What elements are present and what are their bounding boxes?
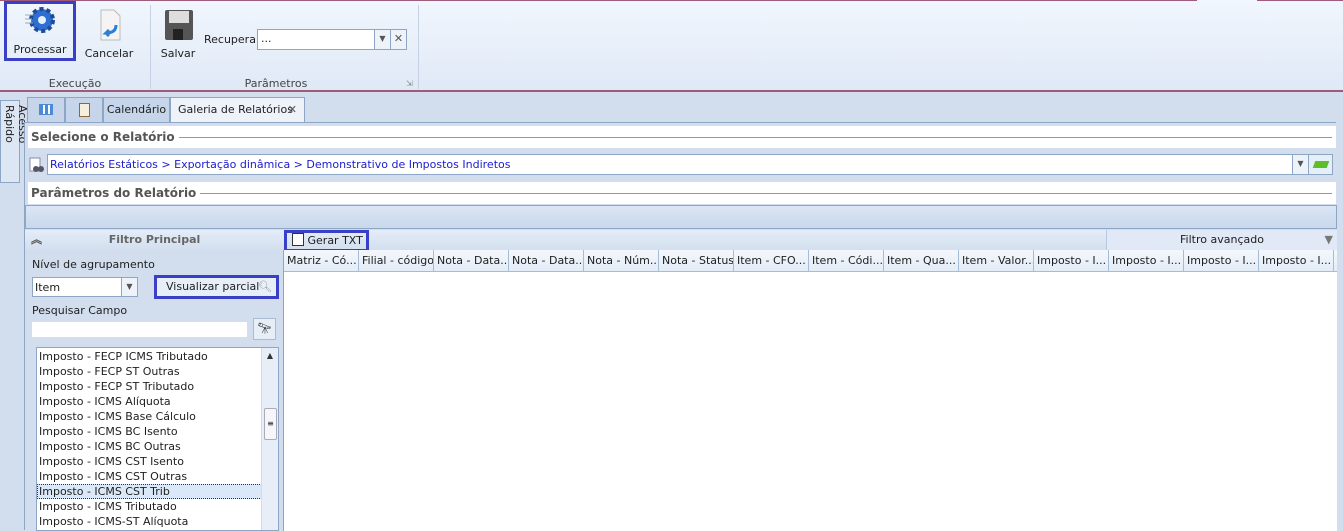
column-header[interactable]: Nota - Data...: [434, 250, 509, 272]
field-list-item[interactable]: Imposto - ICMS BC Outras: [37, 439, 278, 454]
field-list-item[interactable]: Imposto - ICMS Tributado: [37, 499, 278, 514]
filtro-principal-header: ︽ Filtro Principal: [25, 230, 284, 250]
column-header[interactable]: Matriz - Có...: [284, 250, 359, 272]
magnifier-icon: 🔍︎: [258, 280, 272, 293]
field-list-item[interactable]: Imposto - FECP ST Outras: [37, 364, 278, 379]
collapse-up-icon[interactable]: ︽: [31, 230, 42, 250]
parametros-title: Parâmetros do Relatório: [31, 186, 197, 200]
column-header[interactable]: Item - Códi...: [809, 250, 884, 272]
tab-label: Galeria de Relatórios: [178, 103, 293, 116]
tab-calendario[interactable]: Calendário: [103, 97, 170, 122]
report-path-combo[interactable]: Relatórios Estáticos > Exportação dinâmi…: [47, 154, 1333, 175]
dialog-launcher-icon[interactable]: ⇲: [406, 79, 413, 88]
checklist-icon: [78, 103, 90, 117]
nivel-value: Item: [35, 281, 61, 294]
salvar-button[interactable]: Salvar: [156, 5, 200, 65]
binoculars-icon[interactable]: 🔭︎: [253, 318, 276, 340]
column-header[interactable]: Nota - Núm...: [584, 250, 659, 272]
field-list-item[interactable]: Imposto - FECP ST Tributado: [37, 379, 278, 394]
cancelar-button[interactable]: Cancelar: [82, 5, 136, 65]
ribbon: Processar Cancelar Execução Salvar Recup…: [0, 0, 1343, 92]
tab-grid[interactable]: [27, 97, 65, 122]
selecione-title: Selecione o Relatório: [31, 130, 175, 144]
pesquisar-campo-label: Pesquisar Campo: [32, 304, 128, 317]
gear-icon: [23, 5, 57, 37]
parametros-section-header: Parâmetros do Relatório: [28, 182, 1336, 204]
filtro-avancado-label: Filtro avançado: [1180, 233, 1264, 246]
column-header[interactable]: Imposto - I...: [1259, 250, 1334, 272]
recuperar-label: Recuperar: [204, 33, 261, 46]
report-search-icon: [28, 157, 44, 176]
chevron-down-icon[interactable]: ▼: [121, 278, 137, 296]
floppy-disk-icon: [161, 9, 195, 41]
column-header[interactable]: Nota - Status: [659, 250, 734, 272]
close-icon[interactable]: ✕: [288, 98, 297, 122]
gerar-txt-label: Gerar TXT: [307, 234, 363, 247]
cancel-document-icon: [92, 9, 126, 41]
execucao-group-label: Execução: [48, 77, 102, 90]
gerar-txt-checkbox[interactable]: Gerar TXT: [284, 230, 369, 252]
field-list[interactable]: Imposto - FECP ICMS Tributado Imposto - F…: [36, 347, 279, 531]
report-path: Relatórios Estáticos > Exportação dinâmi…: [50, 158, 511, 171]
filtro-avancado-button[interactable]: Filtro avançado ▼: [1106, 230, 1337, 250]
parameters-bar: [25, 205, 1337, 229]
report-panel: Selecione o Relatório Relatórios Estátic…: [24, 122, 1337, 531]
scroll-up-icon[interactable]: ▲: [262, 351, 278, 360]
field-list-item[interactable]: Imposto - ICMS CST Isento: [37, 454, 278, 469]
tab-checklist[interactable]: [65, 97, 103, 122]
acesso-rapido-tab[interactable]: Acesso Rápido: [0, 100, 29, 183]
field-list-item[interactable]: Imposto - ICMS Base Cálculo: [37, 409, 278, 424]
column-header[interactable]: Filial - código: [359, 250, 434, 272]
tab-galeria-relatorios[interactable]: Galeria de Relatórios ✕: [170, 97, 305, 122]
cancelar-label: Cancelar: [84, 47, 134, 60]
filtro-principal-title: Filtro Principal: [108, 233, 201, 246]
nivel-agrupamento-label: Nível de agrupamento: [32, 258, 155, 271]
grid-panel: Gerar TXT Filtro avançado ▼ Matriz - Có.…: [284, 230, 1337, 531]
pesquisar-campo-input[interactable]: [32, 322, 247, 337]
column-header[interactable]: Item - CFO...: [734, 250, 809, 272]
column-header[interactable]: Nota - Data...: [509, 250, 584, 272]
chevron-down-icon[interactable]: ▼: [1292, 155, 1308, 174]
column-header[interactable]: Imposto - I...: [1184, 250, 1259, 272]
field-list-item[interactable]: Imposto - ICMS CST Outras: [37, 469, 278, 484]
visualizar-parcial-button[interactable]: Visualizar parcial 🔍︎: [154, 275, 279, 299]
recuperar-combo[interactable]: ... ▼ ✕: [257, 29, 407, 50]
grid-icon: [39, 104, 53, 115]
field-list-item[interactable]: Imposto - ICMS-ST Alíquota: [37, 514, 278, 529]
scroll-thumb[interactable]: ≡: [264, 408, 277, 440]
salvar-label: Salvar: [160, 47, 196, 60]
field-list-item[interactable]: Imposto - ICMS CST Trib: [37, 484, 278, 499]
clear-icon[interactable]: ✕: [390, 30, 406, 49]
field-list-item[interactable]: Imposto - ICMS BC Isento: [37, 424, 278, 439]
nivel-agrupamento-select[interactable]: Item ▼: [32, 277, 138, 297]
visualizar-label: Visualizar parcial: [166, 280, 260, 293]
field-list-item[interactable]: Imposto - ICMS Alíquota: [37, 394, 278, 409]
column-header[interactable]: Item - Valor...: [959, 250, 1034, 272]
eraser-icon[interactable]: [1308, 155, 1332, 174]
list-scrollbar[interactable]: ▲ ≡: [261, 348, 278, 530]
funnel-icon: ▼: [1324, 233, 1333, 246]
column-header[interactable]: Imposto - I...: [1109, 250, 1184, 272]
field-list-item[interactable]: Imposto - FECP ICMS Tributado: [37, 349, 278, 364]
selecione-section-header: Selecione o Relatório: [28, 126, 1336, 148]
grid-column-header: Matriz - Có... Filial - código Nota - Data…: [284, 250, 1337, 272]
parametros-group-label: Parâmetros: [244, 77, 308, 90]
column-header[interactable]: Item - Qua...: [884, 250, 959, 272]
column-header[interactable]: Imposto - I...: [1034, 250, 1109, 272]
filtro-principal-panel: ︽ Filtro Principal Nível de agrupamento …: [25, 230, 284, 531]
processar-button[interactable]: Processar: [4, 1, 76, 61]
checkbox-box[interactable]: [292, 233, 304, 246]
chevron-down-icon[interactable]: ▼: [374, 30, 390, 49]
processar-label: Processar: [13, 43, 67, 56]
recuperar-value: ...: [261, 32, 272, 45]
